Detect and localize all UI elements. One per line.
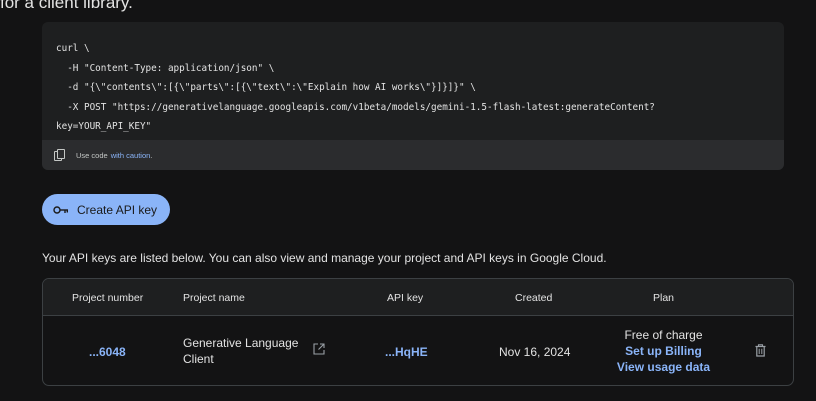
header-project-name: Project name	[183, 292, 245, 304]
code-line: -d "{\"contents\":[{\"parts\":[{\"text\"…	[56, 82, 476, 94]
api-keys-table: Project number Project name API key Crea…	[42, 278, 794, 386]
plan-cell: Free of charge Set up Billing View usage…	[616, 327, 711, 375]
create-api-key-label: Create API key	[77, 202, 158, 217]
code-line: key=YOUR_API_KEY"	[56, 121, 152, 133]
code-line: -X POST "https://generativelanguage.goog…	[56, 101, 655, 113]
trash-icon[interactable]	[755, 344, 766, 357]
code-line: curl \	[56, 43, 90, 54]
project-number-link[interactable]: ...6048	[89, 345, 126, 359]
project-name: Generative Language Client	[183, 335, 298, 367]
code-content: curl \ -H "Content-Type: application/jso…	[42, 22, 784, 137]
plan-free-of-charge: Free of charge	[624, 328, 703, 342]
code-footer: Use code with caution.	[42, 140, 784, 170]
project-name-line2: Client	[183, 352, 214, 366]
code-line: -H "Content-Type: application/json" \	[56, 62, 275, 74]
copy-icon[interactable]	[54, 149, 66, 161]
code-footer-suffix: .	[150, 150, 153, 160]
header-project-number: Project number	[72, 292, 144, 304]
code-footer-prefix: Use code	[76, 150, 108, 160]
view-usage-data-link[interactable]: View usage data	[616, 359, 711, 375]
with-caution-link[interactable]: with caution	[111, 151, 151, 160]
set-up-billing-link[interactable]: Set up Billing	[616, 343, 711, 359]
create-api-key-button[interactable]: Create API key	[42, 194, 170, 225]
top-clipped-text: for a client library.	[0, 0, 133, 12]
project-name-line1: Generative Language	[183, 336, 299, 350]
api-keys-description: Your API keys are listed below. You can …	[42, 251, 607, 265]
key-icon	[53, 205, 69, 214]
created-date: Nov 16, 2024	[499, 345, 571, 359]
header-api-key: API key	[387, 292, 424, 304]
code-block: curl \ -H "Content-Type: application/jso…	[42, 22, 784, 170]
open-in-new-icon[interactable]	[313, 343, 325, 355]
api-key-link[interactable]: ...HqHE	[385, 345, 428, 359]
table-header: Project number Project name API key Crea…	[43, 279, 793, 316]
header-created: Created	[515, 292, 553, 304]
header-plan: Plan	[653, 292, 675, 304]
table-row: ...6048 Generative Language Client ...Hq…	[43, 316, 793, 385]
